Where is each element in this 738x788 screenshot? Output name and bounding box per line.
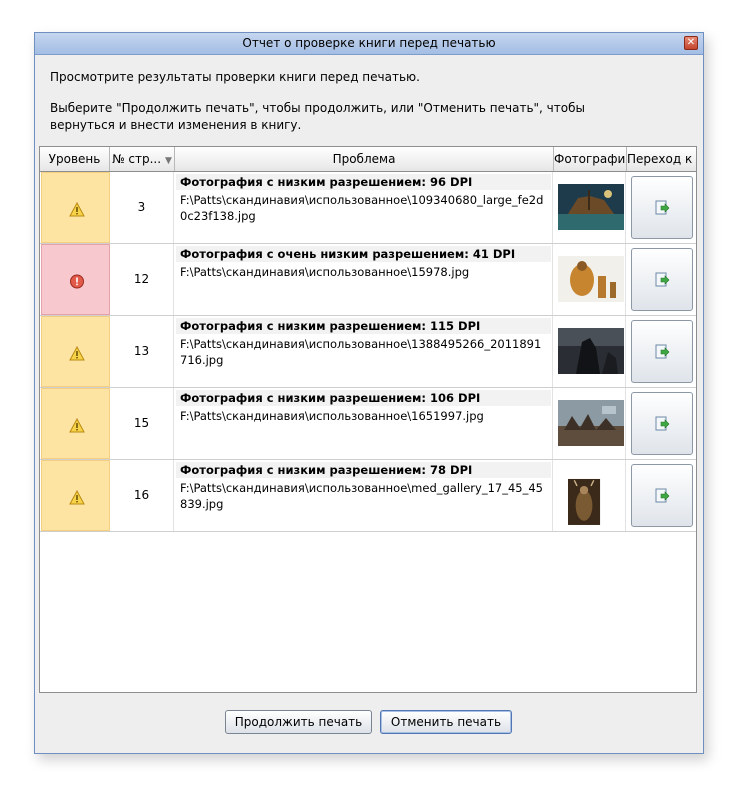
dialog-title: Отчет о проверке книги перед печатью	[242, 36, 496, 50]
photo-cell	[554, 316, 626, 387]
photo-cell	[554, 244, 626, 315]
column-problem[interactable]: Проблема	[175, 147, 554, 171]
problem-cell: Фотография с низким разрешением: 78 DPI …	[175, 460, 553, 531]
goto-page-button[interactable]	[631, 464, 693, 527]
page-number: 13	[110, 316, 174, 387]
instruction-line-2: Выберите "Продолжить печать", чтобы прод…	[50, 101, 585, 132]
go-to-page-icon	[655, 488, 670, 503]
file-path: F:\Patts\скандинавия\использованное\1597…	[180, 265, 470, 279]
title-bar: Отчет о проверке книги перед печатью ✕	[35, 33, 703, 55]
page-number: 15	[110, 388, 174, 459]
problem-title: Фотография с низким разрешением: 106 DPI	[176, 390, 551, 406]
file-path: F:\Patts\скандинавия\использованное\1651…	[180, 409, 484, 423]
file-path: F:\Patts\скандинавия\использованное\1093…	[180, 193, 544, 223]
goto-cell	[627, 316, 696, 387]
photo-thumbnail[interactable]	[558, 184, 624, 230]
problem-title: Фотография с очень низким разрешением: 4…	[176, 246, 551, 262]
report-table: Уровень № стр... ▼ Проблема Фотография Пе…	[39, 146, 697, 693]
goto-cell	[627, 460, 696, 531]
cancel-print-button[interactable]: Отменить печать	[380, 710, 512, 734]
goto-page-button[interactable]	[631, 320, 693, 383]
photo-cell	[554, 172, 626, 243]
warning-triangle-icon	[69, 202, 85, 217]
file-path: F:\Patts\скандинавия\использованное\1388…	[180, 337, 542, 367]
sort-down-icon: ▼	[165, 156, 172, 166]
photo-thumbnail[interactable]	[558, 256, 624, 302]
level-cell	[41, 316, 110, 387]
level-cell	[41, 244, 110, 315]
table-row[interactable]: 13 Фотография с низким разрешением: 115 …	[40, 316, 696, 388]
column-level[interactable]: Уровень	[40, 147, 110, 171]
page-number: 3	[110, 172, 174, 243]
photo-cell	[554, 388, 626, 459]
table-row[interactable]: 12 Фотография с очень низким разрешением…	[40, 244, 696, 316]
problem-title: Фотография с низким разрешением: 78 DPI	[176, 462, 551, 478]
problem-title: Фотография с низким разрешением: 96 DPI	[176, 174, 551, 190]
level-cell	[41, 460, 110, 531]
goto-cell	[627, 172, 696, 243]
go-to-page-icon	[655, 200, 670, 215]
table-row[interactable]: 15 Фотография с низким разрешением: 106 …	[40, 388, 696, 460]
column-problem-label: Проблема	[332, 152, 396, 166]
column-goto-label: Переход к ...	[627, 152, 696, 166]
column-page[interactable]: № стр... ▼	[110, 147, 175, 171]
column-level-label: Уровень	[48, 152, 101, 166]
column-goto[interactable]: Переход к ...	[627, 147, 696, 171]
level-cell	[41, 172, 110, 243]
level-cell	[41, 388, 110, 459]
photo-thumbnail[interactable]	[558, 328, 624, 374]
goto-page-button[interactable]	[631, 248, 693, 311]
problem-cell: Фотография с низким разрешением: 115 DPI…	[175, 316, 553, 387]
photo-cell	[554, 460, 626, 531]
problem-cell: Фотография с низким разрешением: 106 DPI…	[175, 388, 553, 459]
go-to-page-icon	[655, 272, 670, 287]
column-page-label: № стр...	[112, 152, 162, 166]
goto-page-button[interactable]	[631, 176, 693, 239]
go-to-page-icon	[655, 416, 670, 431]
problem-cell: Фотография с очень низким разрешением: 4…	[175, 244, 553, 315]
photo-thumbnail[interactable]	[558, 400, 624, 446]
goto-cell	[627, 388, 696, 459]
photo-thumbnail[interactable]	[568, 462, 614, 528]
column-photo[interactable]: Фотография	[554, 147, 627, 171]
error-circle-icon	[70, 274, 84, 289]
page-number: 12	[110, 244, 174, 315]
instruction-line-1: Просмотрите результаты проверки книги пе…	[50, 70, 420, 84]
goto-cell	[627, 244, 696, 315]
problem-title: Фотография с низким разрешением: 115 DPI	[176, 318, 551, 334]
column-photo-label: Фотография	[554, 152, 627, 166]
go-to-page-icon	[655, 344, 670, 359]
warning-triangle-icon	[69, 490, 85, 505]
continue-print-button[interactable]: Продолжить печать	[225, 710, 372, 734]
table-row[interactable]: 16 Фотография с низким разрешением: 78 D…	[40, 460, 696, 532]
table-header: Уровень № стр... ▼ Проблема Фотография Пе…	[40, 147, 696, 172]
print-check-dialog: Отчет о проверке книги перед печатью ✕ П…	[34, 32, 704, 754]
close-button[interactable]: ✕	[684, 36, 698, 50]
table-row[interactable]: 3 Фотография с низким разрешением: 96 DP…	[40, 172, 696, 244]
page-number: 16	[110, 460, 174, 531]
warning-triangle-icon	[69, 346, 85, 361]
problem-cell: Фотография с низким разрешением: 96 DPI …	[175, 172, 553, 243]
goto-page-button[interactable]	[631, 392, 693, 455]
warning-triangle-icon	[69, 418, 85, 433]
file-path: F:\Patts\скандинавия\использованное\med_…	[180, 481, 543, 511]
